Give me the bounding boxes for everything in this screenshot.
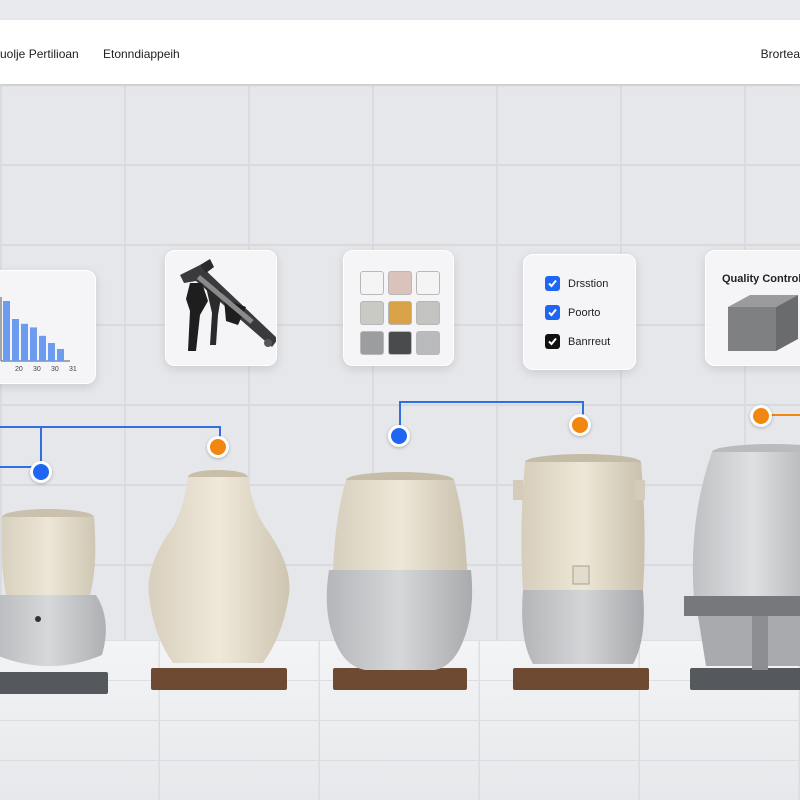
app-subtitle: Etonndiappeih	[103, 47, 180, 61]
app-title: uolje Pertilioan	[0, 47, 79, 61]
concrete-block-icon	[728, 295, 798, 351]
checklist-label: Drsstion	[568, 277, 609, 290]
checkbox-icon[interactable]	[545, 334, 560, 349]
chart-tick-label: 30	[51, 366, 59, 373]
checklist-card[interactable]: Drsstion Poorto Banrreut	[523, 254, 636, 370]
checkbox-icon[interactable]	[545, 305, 560, 320]
chart-tick-label: 20	[15, 366, 23, 373]
quality-control-card[interactable]: Quality Control	[705, 250, 800, 366]
color-swatch[interactable]	[360, 301, 384, 325]
material-swatch-card[interactable]	[343, 250, 454, 366]
caliper-icon	[180, 259, 276, 351]
color-swatch[interactable]	[360, 271, 384, 295]
chart-card[interactable]: 20 30 30 31	[0, 270, 96, 384]
chart-bar	[48, 343, 55, 361]
chart-bar	[12, 319, 19, 361]
ceramic-vessel-3[interactable]	[325, 468, 475, 678]
chart-tick-label: 31	[69, 366, 77, 373]
connector-line-2	[40, 426, 221, 448]
marker-blue-2[interactable]	[388, 425, 410, 447]
concrete-vessel-5[interactable]	[682, 440, 800, 680]
ceramic-vessel-2[interactable]	[143, 465, 293, 675]
mini-bar-chart: 20 30 30 31	[0, 297, 77, 373]
color-swatch[interactable]	[388, 301, 412, 325]
checklist-item-3[interactable]: Banrreut	[545, 334, 610, 349]
marker-orange-2[interactable]	[569, 414, 591, 436]
checkbox-icon[interactable]	[545, 276, 560, 291]
header-right-link[interactable]: Brortea	[761, 47, 800, 61]
chart-bar	[21, 323, 28, 361]
color-swatch[interactable]	[416, 271, 440, 295]
color-swatch[interactable]	[360, 331, 384, 355]
swatch-grid	[360, 271, 440, 355]
ceramic-vessel-1[interactable]	[0, 505, 110, 675]
color-swatch[interactable]	[416, 301, 440, 325]
chart-tick-label: 30	[33, 366, 41, 373]
marker-blue-1[interactable]	[30, 461, 52, 483]
marker-orange-1[interactable]	[207, 436, 229, 458]
chart-bar	[3, 301, 10, 361]
chart-bar	[30, 327, 37, 361]
checklist-item-2[interactable]: Poorto	[545, 305, 600, 320]
scene: uolje Pertilioan Etonndiappeih Brortea 2…	[0, 0, 800, 800]
marker-orange-3[interactable]	[750, 405, 772, 427]
color-swatch[interactable]	[388, 331, 412, 355]
color-swatch[interactable]	[416, 331, 440, 355]
color-swatch[interactable]	[388, 271, 412, 295]
connector-line-3	[399, 401, 584, 427]
checklist-item-1[interactable]: Drsstion	[545, 276, 608, 291]
checklist-label: Poorto	[568, 306, 601, 319]
pallet	[0, 672, 108, 694]
chart-bar	[39, 335, 46, 361]
chart-bar	[57, 349, 64, 361]
checklist-label: Banrreut	[568, 335, 611, 348]
measurement-card[interactable]	[165, 250, 277, 366]
top-bar: uolje Pertilioan Etonndiappeih Brortea	[0, 20, 800, 84]
ceramic-vessel-4[interactable]	[513, 450, 653, 675]
